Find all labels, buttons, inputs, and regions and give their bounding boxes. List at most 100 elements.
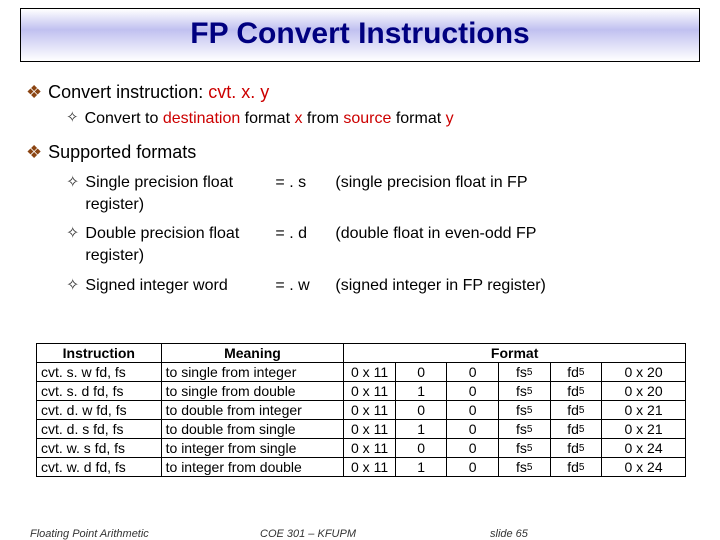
cell-f: 0 x 11 (344, 363, 396, 382)
t: register) (85, 247, 144, 264)
table-body: cvt. s. w fd, fsto single from integer0 … (37, 363, 686, 477)
cell-f: 1 (395, 458, 447, 477)
cell-f: fs5 (498, 439, 550, 458)
sub-bullet-convert: ✧ Convert to destination format x from s… (66, 108, 694, 130)
cell-f: 0 (447, 401, 499, 420)
cell-f: 0 x 20 (602, 363, 686, 382)
diamond-open-icon: ✧ (66, 108, 79, 128)
table-row: cvt. w. s fd, fsto integer from single 0 … (37, 439, 686, 458)
cell-f: fd5 (550, 439, 602, 458)
c1: Single precision float register) (85, 172, 275, 215)
instruction-table-wrap: Instruction Meaning Format cvt. s. w fd,… (36, 343, 686, 477)
t: Single precision float (85, 174, 233, 191)
format-row: ✧ Double precision float register) = . d… (66, 223, 694, 266)
cell-meaning: to integer from double (161, 458, 344, 477)
cell-f: fd5 (550, 458, 602, 477)
cell-meaning: to single from integer (161, 363, 344, 382)
text: cvt. x. y (208, 82, 269, 102)
cell-f: fs5 (498, 401, 550, 420)
cell-f: 0 (395, 401, 447, 420)
slide-footer: Floating Point Arithmetic COE 301 – KFUP… (0, 528, 720, 540)
t: Double precision float (85, 225, 239, 242)
footer-left: Floating Point Arithmetic (30, 528, 190, 540)
table-header-row: Instruction Meaning Format (37, 344, 686, 363)
text: cvt (208, 82, 231, 102)
cell-f: 0 x 11 (344, 401, 396, 420)
cell-f: 0 (395, 439, 447, 458)
cell-f: 0 x 11 (344, 458, 396, 477)
cell-op: cvt. d. s fd, fs (37, 420, 162, 439)
text: . (250, 82, 260, 102)
cell-op: cvt. w. d fd, fs (37, 458, 162, 477)
cell-f: 1 (395, 420, 447, 439)
cell-meaning: to integer from single (161, 439, 344, 458)
table-row: cvt. s. w fd, fsto single from integer0 … (37, 363, 686, 382)
t: source (343, 110, 391, 127)
t: y (446, 110, 454, 127)
cell-op: cvt. s. d fd, fs (37, 382, 162, 401)
text: x (241, 82, 250, 102)
table-row: cvt. d. w fd, fsto double from integer0 … (37, 401, 686, 420)
cell-f: 0 (395, 363, 447, 382)
bullet-convert: ❖ Convert instruction: cvt. x. y (26, 80, 694, 104)
cell-meaning: to double from single (161, 420, 344, 439)
c3: (signed integer in FP register) (335, 275, 694, 297)
t: from (302, 110, 343, 127)
cell-f: 0 (447, 363, 499, 382)
diamond-open-icon: ✧ (66, 223, 79, 245)
slide-body: ❖ Convert instruction: cvt. x. y ✧ Conve… (0, 70, 720, 296)
cell-f: fd5 (550, 420, 602, 439)
t: format (391, 110, 445, 127)
footer-right: slide 65 (490, 528, 610, 540)
cell-f: 0 x 20 (602, 382, 686, 401)
diamond-open-icon: ✧ (66, 172, 79, 194)
cell-f: 0 x 11 (344, 382, 396, 401)
cell-f: 1 (395, 382, 447, 401)
cell-f: 0 x 21 (602, 401, 686, 420)
text: y (260, 82, 269, 102)
c2: = . w (275, 275, 335, 297)
t: destination (163, 110, 240, 127)
cell-f: fs5 (498, 458, 550, 477)
cell-f: fd5 (550, 382, 602, 401)
text: Convert instruction: (48, 82, 208, 102)
c2: = . d (275, 223, 335, 245)
text: Convert to destination format x from sou… (85, 108, 454, 130)
cell-f: 0 (447, 420, 499, 439)
table-row: cvt. d. s fd, fsto double from single0 x… (37, 420, 686, 439)
c1: Signed integer word (85, 275, 275, 297)
cell-op: cvt. w. s fd, fs (37, 439, 162, 458)
cell-f: fs5 (498, 420, 550, 439)
c1: Double precision float register) (85, 223, 275, 266)
bullet-text: Convert instruction: cvt. x. y (48, 80, 269, 104)
cell-f: 0 x 21 (602, 420, 686, 439)
cell-f: 0 (447, 439, 499, 458)
text: . (231, 82, 241, 102)
th-instruction: Instruction (37, 344, 162, 363)
cell-f: 0 (447, 382, 499, 401)
c3: (single precision float in FP (335, 172, 694, 194)
diamond-icon: ❖ (26, 140, 42, 164)
format-row: ✧ Single precision float register) = . s… (66, 172, 694, 215)
cell-f: 0 x 24 (602, 439, 686, 458)
t: Convert to (85, 110, 163, 127)
cell-f: 0 x 24 (602, 458, 686, 477)
th-format: Format (344, 344, 686, 363)
th-meaning: Meaning (161, 344, 344, 363)
c3: (double float in even-odd FP (335, 223, 694, 245)
format-row: ✧ Signed integer word = . w (signed inte… (66, 275, 694, 297)
slide-title-box: FP Convert Instructions (20, 8, 700, 62)
cell-op: cvt. d. w fd, fs (37, 401, 162, 420)
cell-meaning: to single from double (161, 382, 344, 401)
cell-op: cvt. s. w fd, fs (37, 363, 162, 382)
diamond-open-icon: ✧ (66, 275, 79, 297)
cell-meaning: to double from integer (161, 401, 344, 420)
bullet-supported: ❖ Supported formats (26, 140, 694, 164)
instruction-table: Instruction Meaning Format cvt. s. w fd,… (36, 343, 686, 477)
cell-f: 0 x 11 (344, 420, 396, 439)
t: format (240, 110, 294, 127)
t: register) (85, 196, 144, 213)
cell-f: fs5 (498, 363, 550, 382)
table-row: cvt. s. d fd, fsto single from double0 x… (37, 382, 686, 401)
cell-f: 0 (447, 458, 499, 477)
